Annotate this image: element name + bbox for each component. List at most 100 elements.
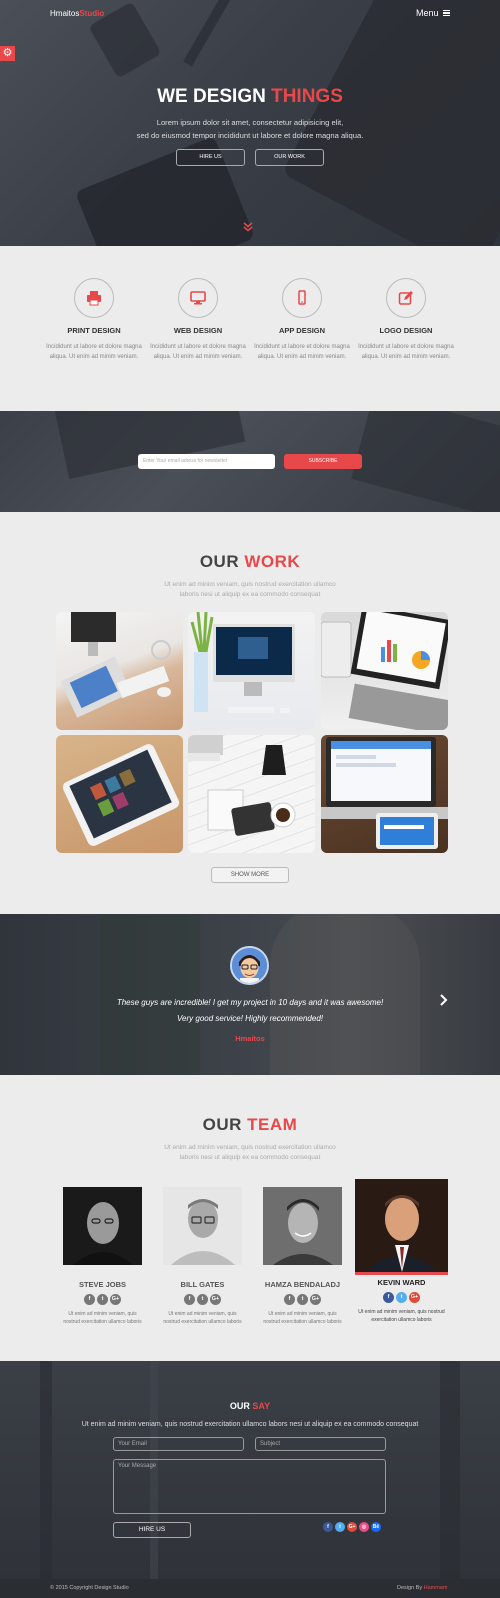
facebook-icon[interactable]: f — [184, 1294, 195, 1305]
member-name: KEVIN WARD — [377, 1278, 426, 1287]
portfolio-image — [60, 612, 171, 718]
hire-us-button[interactable]: HIRE US — [176, 149, 245, 166]
testimonial-section — [0, 914, 500, 1075]
team-title-accent: TEAM — [247, 1115, 298, 1134]
portfolio-item[interactable] — [321, 612, 448, 730]
newsletter-email-input[interactable]: Enter Your email adress for newsletter — [138, 454, 275, 469]
member-photo — [63, 1187, 142, 1265]
twitter-icon[interactable]: t — [335, 1522, 345, 1532]
our-work-button[interactable]: OUR WORK — [255, 149, 324, 166]
active-member-underline — [355, 1272, 448, 1275]
designer-name-link[interactable]: Hammam — [424, 1585, 448, 1591]
portfolio-image — [321, 737, 448, 849]
testimonial-author: Hmaitos — [235, 1034, 265, 1043]
hero-subtitle-line: sed do eiusmod tempor incididunt ut labo… — [136, 131, 364, 140]
twitter-icon[interactable]: t — [396, 1292, 407, 1303]
menu-button[interactable]: Menu — [416, 8, 450, 18]
newsletter-bg-shape — [351, 411, 500, 512]
portfolio-item[interactable] — [56, 735, 183, 853]
google-plus-icon[interactable]: G+ — [210, 1294, 221, 1305]
email-field[interactable]: Your Email — [113, 1437, 244, 1451]
testimonial-quote-line: These guys are incredible! I get my proj… — [116, 998, 384, 1007]
google-plus-icon[interactable]: G+ — [110, 1294, 121, 1305]
service-icon-circle — [74, 278, 114, 318]
service-title: WEB DESIGN — [173, 326, 223, 335]
contact-title-accent: SAY — [252, 1401, 271, 1411]
avatar-illustration — [232, 948, 267, 983]
scroll-down-icon[interactable] — [243, 222, 253, 233]
google-plus-icon[interactable]: G+ — [347, 1522, 357, 1532]
member-description: Ut enim ad minim veniam, quis nostrud ex… — [163, 1311, 242, 1325]
contact-bg-shape — [40, 1361, 52, 1579]
dribbble-icon[interactable]: ◎ — [359, 1522, 369, 1532]
hero-subtitle-line: Lorem ipsum dolor sit amet, consectetur … — [156, 118, 344, 127]
member-socials: f t G+ — [355, 1292, 448, 1303]
pencil-square-icon — [398, 291, 413, 305]
service-web-design: WEB DESIGN Incididunt ut labore et dolor… — [149, 278, 247, 362]
testimonial-bg-plant — [100, 914, 200, 1075]
hero-bg-pen — [183, 0, 237, 67]
work-subtitle-line: Ut enim ad minim veniam, quis nostrud ex… — [164, 581, 336, 588]
show-more-button[interactable]: SHOW MORE — [211, 867, 289, 883]
service-title: PRINT DESIGN — [67, 326, 121, 335]
contact-bg-shape — [440, 1361, 460, 1579]
portfolio-image — [62, 744, 180, 846]
member-name: HAMZA BENDALADJ — [264, 1280, 341, 1289]
facebook-icon[interactable]: f — [284, 1294, 295, 1305]
portfolio-item[interactable] — [321, 735, 448, 853]
portfolio-item[interactable] — [56, 612, 183, 730]
portfolio-item[interactable] — [188, 735, 315, 853]
message-field[interactable]: Your Message — [113, 1459, 386, 1514]
twitter-icon[interactable]: t — [297, 1294, 308, 1305]
avatar — [230, 946, 269, 985]
contact-hire-us-button[interactable]: HIRE US — [113, 1522, 191, 1538]
hero-title: WE DESIGN THINGS — [0, 86, 500, 108]
logo-text: Hmaitos — [50, 9, 80, 18]
member-socials: f t G+ — [263, 1294, 342, 1305]
portfolio-item[interactable] — [188, 612, 315, 730]
member-description: Ut enim ad minim veniam, quis nostrud ex… — [263, 1311, 342, 1325]
work-section: OUR WORK Ut enim ad minim veniam, quis n… — [0, 512, 500, 914]
facebook-icon[interactable]: f — [383, 1292, 394, 1303]
hero-title-primary: WE DESIGN — [157, 86, 266, 107]
subscribe-button[interactable]: SUBSCRIBE — [284, 454, 362, 469]
google-plus-icon[interactable]: G+ — [310, 1294, 321, 1305]
contact-subtitle: Ut enim ad minim veniam, quis nostrud ex… — [81, 1421, 419, 1428]
hero-subtitle: Lorem ipsum dolor sit amet, consectetur … — [0, 116, 500, 142]
twitter-icon[interactable]: t — [97, 1294, 108, 1305]
team-subtitle: Ut enim ad minim veniam, quis nostrud ex… — [0, 1143, 500, 1163]
mobile-icon — [298, 290, 306, 305]
team-title-primary: OUR — [202, 1115, 242, 1134]
member-description: Ut enim ad minim veniam, quis nostrud ex… — [63, 1311, 142, 1325]
member-photo — [355, 1179, 448, 1272]
behance-icon[interactable]: Bē — [371, 1522, 381, 1532]
monitor-icon — [190, 291, 206, 305]
copyright-text: © 2015 Copyright Design Studio — [50, 1585, 129, 1591]
facebook-icon[interactable]: f — [84, 1294, 95, 1305]
twitter-icon[interactable]: t — [197, 1294, 208, 1305]
footer: © 2015 Copyright Design Studio Design By… — [0, 1579, 500, 1598]
member-description: Ut enim ad minim veniam, quis nostrud ex… — [358, 1309, 445, 1323]
testimonial-quote-line: Very good service! Highly recommended! — [177, 1014, 323, 1023]
portfolio-image — [188, 735, 296, 836]
service-icon-circle — [178, 278, 218, 318]
work-subtitle: Ut enim ad minim veniam, quis nostrud ex… — [0, 580, 500, 600]
settings-gear-button[interactable]: ⚙ — [0, 46, 15, 61]
site-logo[interactable]: HmaitosStudio — [50, 9, 104, 18]
service-icon-circle — [386, 278, 426, 318]
design-credit: Design By Hammam — [397, 1585, 447, 1591]
chevron-right-icon[interactable] — [440, 993, 448, 1009]
logo-accent-text: Studio — [79, 9, 105, 18]
subject-field[interactable]: Subject — [255, 1437, 386, 1451]
team-member-card: HAMZA BENDALADJ f t G+ Ut enim ad minim … — [263, 1187, 342, 1326]
team-subtitle-line: laboris nesi ut aliquip ex ea commodo co… — [179, 1154, 321, 1161]
testimonial-bg-person — [270, 914, 420, 1075]
facebook-icon[interactable]: f — [323, 1522, 333, 1532]
member-name: STEVE JOBS — [78, 1280, 127, 1289]
google-plus-icon[interactable]: G+ — [409, 1292, 420, 1303]
menu-label: Menu — [416, 8, 439, 18]
team-title: OUR TEAM — [0, 1115, 500, 1135]
team-member-card-active: KEVIN WARD f t G+ Ut enim ad minim venia… — [355, 1179, 448, 1324]
contact-title-primary: OUR — [229, 1401, 250, 1411]
service-print-design: PRINT DESIGN Incididunt ut labore et dol… — [45, 278, 143, 362]
